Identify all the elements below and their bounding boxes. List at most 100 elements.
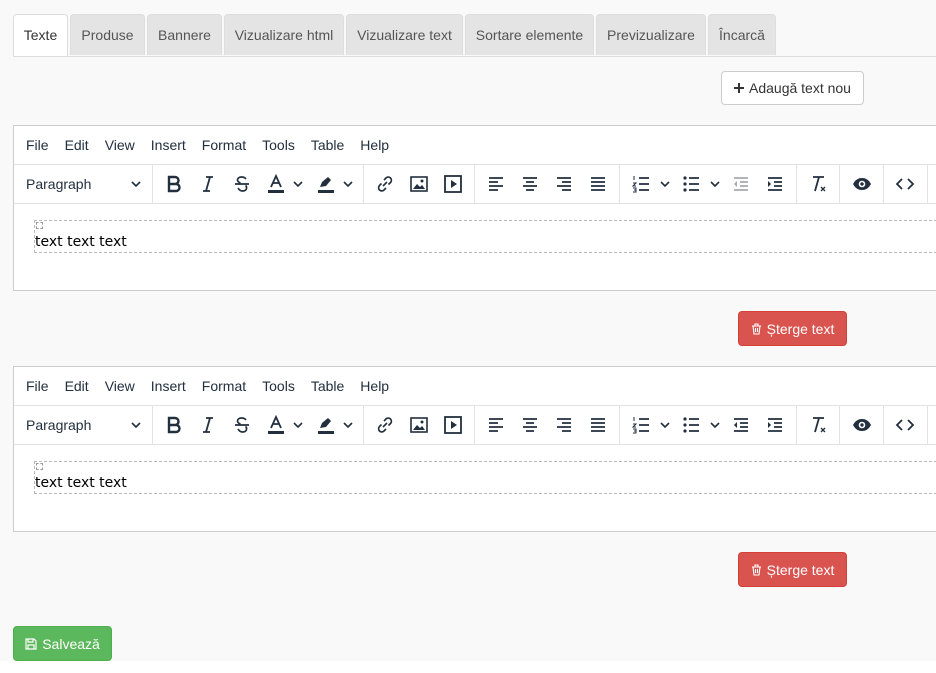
menu-table[interactable]: Table (303, 378, 352, 394)
delete-text-button[interactable]: Șterge text (738, 311, 847, 346)
bold-button[interactable] (159, 410, 189, 440)
image-button[interactable] (404, 169, 434, 199)
align-justify-icon (591, 177, 605, 191)
tab-produse[interactable]: Produse (70, 14, 145, 55)
italic-button[interactable] (193, 169, 223, 199)
numbered-list-dropdown[interactable] (657, 410, 673, 440)
outdent-button[interactable] (726, 410, 756, 440)
indent-button[interactable] (760, 410, 790, 440)
numbered-list-dropdown[interactable] (657, 169, 673, 199)
block-format-select[interactable]: Paragraph (14, 406, 152, 444)
highlight-dropdown[interactable] (340, 169, 356, 199)
link-button[interactable] (370, 410, 400, 440)
editor-text[interactable]: text text text (35, 475, 127, 491)
strikethrough-icon (235, 417, 249, 433)
media-button[interactable] (438, 410, 468, 440)
align-right-button[interactable] (549, 169, 579, 199)
menu-file[interactable]: File (18, 137, 57, 153)
content-block[interactable]: text text text (34, 461, 936, 494)
numbered-list-button[interactable] (626, 410, 656, 440)
link-button[interactable] (370, 169, 400, 199)
chevron-down-icon (660, 422, 670, 429)
image-button[interactable] (404, 410, 434, 440)
media-icon (444, 175, 462, 193)
text-color-dropdown[interactable] (290, 169, 306, 199)
block-format-select[interactable]: Paragraph (14, 165, 152, 203)
outdent-button[interactable] (726, 169, 756, 199)
delete-text-button[interactable]: Șterge text (738, 552, 847, 587)
editor-text[interactable]: text text text (35, 234, 127, 250)
text-color-dropdown[interactable] (290, 410, 306, 440)
bullet-list-icon (683, 417, 699, 433)
indent-button[interactable] (760, 169, 790, 199)
align-left-button[interactable] (481, 169, 511, 199)
source-code-button[interactable] (890, 169, 920, 199)
tab-label: Sortare elemente (475, 27, 584, 43)
toolbar-group-align (475, 165, 620, 203)
save-button[interactable]: Salvează (13, 626, 112, 661)
tab-label: Încarcă (719, 27, 765, 43)
menu-help[interactable]: Help (352, 378, 397, 394)
menu-file[interactable]: File (18, 378, 57, 394)
editor-content-area[interactable]: text text text (14, 204, 936, 290)
menu-insert[interactable]: Insert (143, 378, 194, 394)
tab-label: Produse (81, 27, 134, 43)
strikethrough-button[interactable] (227, 169, 257, 199)
editor-content-area[interactable]: text text text (14, 445, 936, 531)
align-justify-button[interactable] (583, 410, 613, 440)
text-color-icon (268, 174, 284, 193)
clear-formatting-button[interactable] (803, 169, 833, 199)
menu-edit[interactable]: Edit (57, 137, 97, 153)
tab-texte[interactable]: Texte (13, 14, 68, 56)
strikethrough-button[interactable] (227, 410, 257, 440)
menu-insert[interactable]: Insert (143, 137, 194, 153)
text-color-button[interactable] (261, 169, 291, 199)
menu-edit[interactable]: Edit (57, 378, 97, 394)
text-color-button[interactable] (261, 410, 291, 440)
tab-vizualizare-html[interactable]: Vizualizare html (224, 14, 344, 55)
tab-previzualizare[interactable]: Previzualizare (596, 14, 706, 55)
tab-vizualizare-text[interactable]: Vizualizare text (346, 14, 463, 55)
highlight-button[interactable] (311, 169, 341, 199)
add-text-button[interactable]: Adaugă text nou (721, 71, 864, 105)
highlight-dropdown[interactable] (340, 410, 356, 440)
menu-format[interactable]: Format (194, 137, 254, 153)
italic-button[interactable] (193, 410, 223, 440)
editor-menubar: File Edit View Insert Format Tools Table… (14, 367, 936, 405)
align-center-button[interactable] (515, 410, 545, 440)
editor-toolbar: Paragraph (14, 405, 936, 445)
clear-formatting-button[interactable] (803, 410, 833, 440)
menu-tools[interactable]: Tools (254, 378, 303, 394)
bullet-list-dropdown[interactable] (707, 169, 723, 199)
tab-incarca[interactable]: Încarcă (708, 14, 776, 55)
bullet-list-dropdown[interactable] (707, 410, 723, 440)
italic-icon (203, 417, 213, 433)
tab-sortare-elemente[interactable]: Sortare elemente (465, 14, 594, 55)
menu-table[interactable]: Table (303, 137, 352, 153)
tab-bannere[interactable]: Bannere (147, 14, 222, 55)
align-left-button[interactable] (481, 410, 511, 440)
preview-button[interactable] (847, 169, 877, 199)
menu-view[interactable]: View (97, 378, 143, 394)
bullet-list-button[interactable] (676, 410, 706, 440)
content-block[interactable]: text text text (34, 220, 936, 253)
highlight-button[interactable] (311, 410, 341, 440)
toolbar-group-code (884, 165, 928, 203)
media-button[interactable] (438, 169, 468, 199)
bold-button[interactable] (159, 169, 189, 199)
menu-view[interactable]: View (97, 137, 143, 153)
menu-help[interactable]: Help (352, 137, 397, 153)
align-center-button[interactable] (515, 169, 545, 199)
bullet-list-button[interactable] (676, 169, 706, 199)
numbered-list-button[interactable] (626, 169, 656, 199)
source-code-button[interactable] (890, 410, 920, 440)
menu-format[interactable]: Format (194, 378, 254, 394)
align-right-icon (557, 177, 571, 191)
link-icon (377, 176, 393, 192)
preview-button[interactable] (847, 410, 877, 440)
chevron-down-icon (710, 422, 720, 429)
align-right-button[interactable] (549, 410, 579, 440)
menu-tools[interactable]: Tools (254, 137, 303, 153)
media-icon (444, 416, 462, 434)
align-justify-button[interactable] (583, 169, 613, 199)
